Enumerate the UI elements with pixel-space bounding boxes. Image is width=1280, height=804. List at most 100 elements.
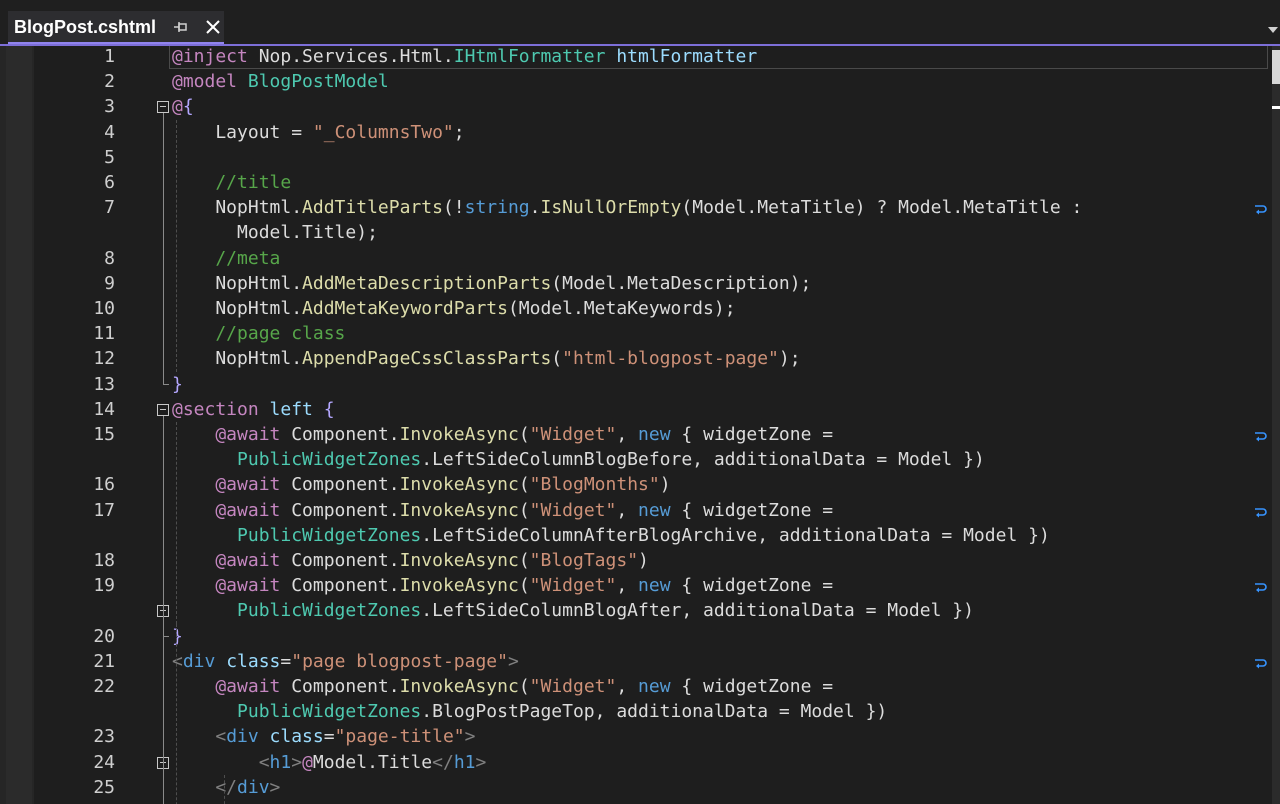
scroll-position-marker — [1272, 106, 1280, 109]
code-token: Model.Title — [312, 751, 433, 773]
code-line[interactable]: //title — [172, 170, 291, 195]
code-token: (Model.MetaTitle) ? Model.MetaTitle : — [681, 197, 1083, 219]
code-token: "Widget" — [529, 575, 617, 597]
line-number: 11 — [93, 323, 115, 345]
code-token: "page-title" — [334, 726, 465, 748]
code-token: > — [269, 776, 281, 798]
code-token: < — [172, 751, 270, 773]
code-token: @await — [172, 474, 281, 496]
code-token: class — [269, 726, 324, 748]
line-number: 3 — [104, 96, 115, 118]
code-token: PublicWidgetZones — [172, 701, 422, 723]
code-token: PublicWidgetZones — [172, 600, 422, 622]
code-line[interactable]: @await Component.InvokeAsync("Widget", n… — [172, 674, 833, 699]
code-line[interactable]: @model BlogPostModel — [172, 69, 389, 94]
chevron-down-icon[interactable] — [1266, 22, 1280, 36]
code-token: PublicWidgetZones — [172, 524, 422, 546]
code-token: Component. — [280, 550, 400, 571]
code-token: Component. — [280, 424, 400, 445]
code-line[interactable]: NopHtml.AppendPageCssClassParts("html-bl… — [172, 346, 800, 371]
pin-icon[interactable] — [172, 18, 190, 36]
tab-blogpost-cshtml[interactable]: BlogPost.cshtml — [8, 11, 224, 44]
code-line[interactable]: @await Component.InvokeAsync("BlogMonths… — [172, 472, 670, 497]
code-token: , — [616, 424, 639, 445]
code-token: @ — [172, 96, 183, 118]
fold-toggle-icon[interactable] — [157, 403, 169, 416]
code-line[interactable]: <h1>@Model.Title</h1> — [172, 750, 487, 775]
code-line[interactable]: <div class="page-title"> — [172, 724, 475, 749]
code-line[interactable]: @await Component.InvokeAsync("BlogTags") — [172, 548, 649, 573]
code-token: Model.Title); — [172, 222, 378, 244]
indicator-margin — [6, 46, 32, 804]
code-token: </ — [172, 776, 238, 798]
code-line[interactable]: //meta — [172, 246, 280, 271]
code-line[interactable]: @section left { — [172, 397, 335, 422]
code-token: AddMetaKeywordParts — [302, 298, 508, 319]
code-line[interactable]: } — [172, 624, 183, 649]
code-token: (Model.MetaKeywords); — [507, 298, 736, 319]
line-number: 7 — [104, 197, 115, 219]
scroll-thumb[interactable] — [1272, 50, 1280, 84]
code-line[interactable]: Model.Title); — [172, 220, 378, 245]
line-number: 2 — [104, 71, 115, 93]
code-token: Layout = — [172, 121, 313, 143]
code-token: . — [529, 197, 541, 219]
code-line[interactable]: <div class="page blogpost-page"> — [172, 649, 519, 674]
line-number: 17 — [93, 499, 115, 521]
code-line[interactable]: PublicWidgetZones.BlogPostPageTop, addit… — [172, 699, 887, 724]
code-line[interactable]: NopHtml.AddMetaKeywordParts(Model.MetaKe… — [172, 296, 736, 321]
code-token: //meta — [172, 247, 281, 269]
code-token: .LeftSideColumnBlogBefore, additionalDat… — [421, 449, 985, 471]
code-line[interactable]: PublicWidgetZones.LeftSideColumnBlogBefo… — [172, 447, 985, 472]
code-token: { — [323, 398, 335, 420]
code-token: "BlogTags" — [529, 550, 639, 571]
code-token: "BlogMonths" — [529, 474, 660, 496]
code-editor[interactable]: 1 @inject Nop.Services.Html.IHtmlFormatte… — [0, 46, 1280, 804]
code-token: NopHtml. — [172, 348, 303, 370]
code-line[interactable]: } — [172, 372, 183, 397]
code-line[interactable]: PublicWidgetZones.LeftSideColumnAfterBlo… — [172, 523, 1050, 548]
code-token: Component. — [280, 499, 400, 521]
code-line[interactable]: NopHtml.AddTitleParts(!string.IsNullOrEm… — [172, 195, 1082, 220]
code-token: new — [638, 575, 671, 597]
code-line[interactable]: //page class — [172, 321, 345, 346]
code-line[interactable]: @{ — [172, 94, 194, 119]
code-token: > — [475, 751, 487, 773]
line-number: 5 — [104, 146, 115, 168]
code-line[interactable]: @await Component.InvokeAsync("Widget", n… — [172, 422, 833, 447]
code-token: ) — [638, 550, 649, 571]
code-token: , — [616, 676, 639, 697]
vertical-scrollbar[interactable] — [1272, 46, 1280, 804]
code-token: @await — [172, 676, 281, 697]
word-wrap-icon — [1255, 205, 1267, 215]
code-line[interactable]: PublicWidgetZones.LeftSideColumnBlogAfte… — [172, 598, 974, 623]
code-token: @inject — [172, 46, 248, 67]
code-token: (! — [442, 197, 465, 219]
code-line[interactable]: @inject Nop.Services.Html.IHtmlFormatter… — [172, 46, 757, 69]
code-token: @await — [172, 550, 281, 571]
code-line[interactable]: NopHtml.AddMetaDescriptionParts(Model.Me… — [172, 271, 811, 296]
code-token: < — [172, 650, 183, 672]
code-token: (Model.MetaDescription); — [551, 272, 812, 294]
close-icon[interactable] — [203, 17, 223, 37]
tab-title: BlogPost.cshtml — [14, 17, 157, 37]
line-number: 15 — [93, 424, 115, 445]
code-line[interactable]: </div> — [172, 775, 280, 800]
code-line[interactable]: @await Component.InvokeAsync("Widget", n… — [172, 498, 833, 523]
fold-toggle-icon[interactable] — [157, 101, 169, 114]
code-token: = — [280, 650, 292, 672]
code-token: </ — [432, 751, 454, 773]
word-wrap-icon — [1255, 432, 1267, 442]
code-token: .LeftSideColumnAfterBlogArchive, additio… — [421, 524, 1050, 546]
line-number: 19 — [93, 575, 115, 597]
code-token: ( — [518, 676, 530, 697]
code-token: { widgetZone = — [670, 424, 834, 445]
line-number: 9 — [104, 272, 115, 294]
ide-window: BlogPost.cshtml 1 @inject Nop.Services.H… — [0, 0, 1280, 804]
fold-region-end — [163, 635, 169, 637]
line-number: 18 — [93, 550, 115, 571]
code-line[interactable]: @await Component.InvokeAsync("Widget", n… — [172, 573, 833, 598]
line-number: 10 — [93, 298, 115, 319]
code-line[interactable]: Layout = "_ColumnsTwo"; — [172, 120, 464, 145]
code-token: IsNullOrEmpty — [540, 197, 682, 219]
